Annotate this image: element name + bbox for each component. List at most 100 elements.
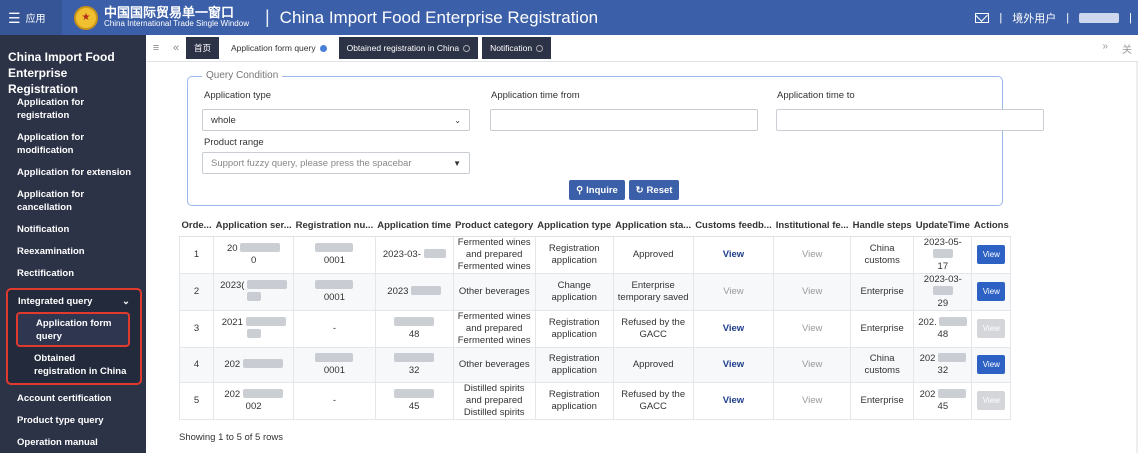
- sidebar-item-obtained-registration[interactable]: Obtained registration in China: [16, 347, 130, 382]
- column-header[interactable]: Orde...: [179, 216, 214, 237]
- view-button[interactable]: View: [977, 245, 1006, 264]
- chevron-down-icon: ⌄: [122, 295, 130, 307]
- column-header[interactable]: Customs feedb...: [693, 216, 774, 237]
- tab-close-icon[interactable]: [319, 44, 327, 52]
- sidebar-group-header[interactable]: Integrated query ⌄: [8, 290, 140, 312]
- application-time-cell: 45: [374, 381, 454, 420]
- sidebar-group-label: Integrated query: [18, 295, 93, 307]
- sidebar-item-reexamination[interactable]: Reexamination: [0, 240, 146, 262]
- customs-feedback-cell: View: [692, 272, 775, 311]
- sidebar-item-notification[interactable]: Notification: [0, 218, 146, 240]
- results-table: Orde... Application ser... Registration …: [178, 216, 1012, 420]
- serial-suffix: 0: [250, 254, 257, 266]
- redaction: [240, 243, 281, 253]
- tab-application-form-query[interactable]: Application form query: [223, 37, 335, 59]
- column-header[interactable]: Application type: [535, 216, 614, 237]
- column-header[interactable]: Registration nu...: [293, 216, 376, 237]
- registration-number: 0001: [323, 364, 345, 376]
- user-type-label[interactable]: 境外用户: [1012, 10, 1056, 26]
- time-to-input[interactable]: [776, 109, 1044, 131]
- type-cell: Registration application: [534, 235, 614, 274]
- app-title: China Import Food Enterprise Registratio…: [279, 7, 599, 27]
- column-header[interactable]: Application sta...: [613, 216, 694, 237]
- redaction: [315, 243, 354, 253]
- institutional-feedback-cell: View: [773, 272, 852, 311]
- handle-steps-cell: China customs: [850, 346, 915, 383]
- column-header[interactable]: Handle steps: [850, 216, 914, 237]
- customs-feedback-link[interactable]: View: [723, 359, 744, 370]
- registration-cell: 0001: [293, 235, 376, 274]
- application-type-value: whole: [211, 114, 236, 126]
- column-header[interactable]: UpdateTime: [913, 216, 972, 237]
- sidebar-item-modification[interactable]: Application for modification: [0, 126, 146, 161]
- column-header[interactable]: Institutional fe...: [773, 216, 851, 237]
- sidebar-item-rectification[interactable]: Rectification: [0, 262, 146, 284]
- customs-feedback-cell: View: [692, 235, 775, 274]
- column-header[interactable]: Actions: [971, 216, 1011, 237]
- tab-notification[interactable]: Notification: [482, 37, 552, 59]
- refresh-icon: ↻: [635, 184, 644, 196]
- sidebar-item-product-type-query[interactable]: Product type query: [0, 409, 146, 431]
- redaction: [245, 317, 286, 327]
- sidebar-item-account-certification[interactable]: Account certification: [0, 387, 146, 409]
- inquire-button[interactable]: ⚲ Inquire: [569, 180, 625, 200]
- scroll-left-icon[interactable]: «: [166, 42, 186, 54]
- update-date: 2023-03-: [923, 273, 962, 285]
- pagination-summary: Showing 1 to 5 of 5 rows: [179, 432, 284, 443]
- tab-home[interactable]: 首页: [186, 37, 220, 59]
- update-time-cell: 202. 48: [913, 309, 973, 348]
- sidebar-item-application-form-query[interactable]: Application form query: [16, 312, 130, 347]
- registration-cell: 0001: [293, 346, 376, 383]
- type-cell: Registration application: [534, 346, 614, 383]
- collapse-sidebar-icon[interactable]: ≡: [146, 42, 166, 54]
- view-button[interactable]: View: [977, 282, 1006, 301]
- redaction: [247, 280, 288, 290]
- update-time-suffix: 32: [937, 364, 949, 376]
- view-button[interactable]: View: [977, 355, 1006, 374]
- institutional-feedback-link: View: [801, 285, 823, 297]
- divider: |: [1066, 11, 1070, 24]
- sidebar-group-integrated-query: Integrated query ⌄ Application form quer…: [6, 288, 142, 385]
- tab-obtained-registration[interactable]: Obtained registration in China: [338, 37, 479, 59]
- update-time-cell: 2023-03- 29: [913, 272, 973, 311]
- column-header[interactable]: Product category: [453, 216, 536, 237]
- sidebar-item-extension[interactable]: Application for extension: [0, 161, 146, 183]
- close-tabs-icon[interactable]: 关: [1122, 41, 1132, 56]
- apps-menu-button[interactable]: ☰ 应用: [0, 0, 62, 35]
- redaction: [938, 353, 967, 363]
- serial-prefix: 2021: [221, 316, 243, 328]
- application-type-select[interactable]: whole ⌄: [202, 109, 470, 131]
- institutional-feedback-cell: View: [773, 381, 852, 420]
- handle-steps-cell: Enterprise: [850, 381, 915, 420]
- title-divider: |: [264, 7, 270, 27]
- application-time-cell: 2023-03-: [374, 235, 454, 274]
- registration-cell: -: [293, 309, 376, 348]
- registration-number: 0001: [323, 291, 345, 303]
- divider: |: [999, 11, 1003, 24]
- logo-chinese-name: 中国国际贸易单一窗口: [104, 4, 235, 20]
- customs-feedback-link[interactable]: View: [723, 323, 744, 334]
- registration-cell: 0001: [293, 272, 376, 311]
- mail-icon[interactable]: [975, 12, 990, 23]
- sidebar-item-cancellation[interactable]: Application for cancellation: [0, 183, 146, 218]
- reset-button[interactable]: ↻ Reset: [629, 180, 679, 200]
- redaction: [394, 317, 435, 327]
- scroll-right-icon[interactable]: »: [1102, 41, 1108, 56]
- sidebar-item-registration[interactable]: Application for registration: [0, 91, 146, 126]
- tab-close-icon[interactable]: [463, 44, 471, 52]
- time-from-input[interactable]: [490, 109, 758, 131]
- update-date: 202: [919, 388, 936, 400]
- sidebar-item-operation-manual[interactable]: Operation manual: [0, 431, 146, 453]
- order-cell: 4: [178, 346, 215, 383]
- update-time-cell: 2023-05- 17: [913, 235, 973, 274]
- divider: |: [1129, 11, 1132, 24]
- site-logo[interactable]: ★ 中国国际贸易单一窗口 China International Trade S…: [74, 4, 249, 30]
- sidebar: China Import Food Enterprise Registratio…: [0, 35, 146, 453]
- column-header[interactable]: Application ser...: [213, 216, 294, 237]
- customs-feedback-link[interactable]: View: [723, 249, 744, 260]
- user-name-redacted[interactable]: [1079, 12, 1120, 23]
- column-header[interactable]: Application time: [375, 216, 454, 237]
- tab-close-icon[interactable]: [536, 44, 544, 52]
- customs-feedback-link[interactable]: View: [723, 395, 744, 406]
- product-range-select[interactable]: Support fuzzy query, please press the sp…: [202, 152, 470, 174]
